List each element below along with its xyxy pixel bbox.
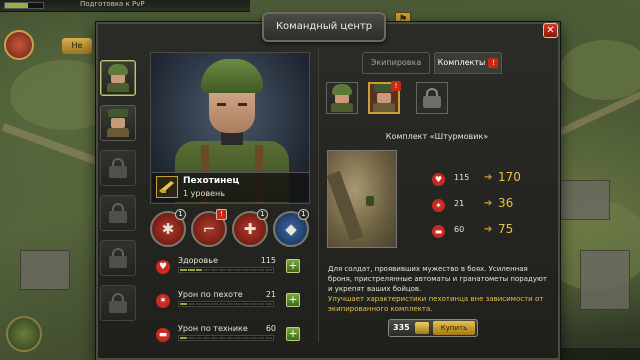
vehicle-damage-icon: ▬ (432, 225, 445, 238)
equipment-slot-2[interactable]: ✚ 1 (232, 209, 268, 247)
equipment-slot-3[interactable]: ◆ 1 (273, 209, 309, 247)
set-option-2[interactable] (416, 82, 448, 114)
hud-button[interactable]: Не (62, 38, 92, 54)
vehicle-damage-icon: ▬ (156, 328, 170, 342)
stat-row-1: ✶ Урон по пехоте 21 + (156, 290, 304, 312)
new-value: 36 (498, 196, 514, 210)
stat-label: Урон по пехоте (178, 290, 243, 299)
compare-row-1: ✶ 21 ➔ 36 (432, 196, 542, 216)
unit-slot-3[interactable] (100, 195, 136, 231)
heart-icon: ♥ (432, 173, 445, 186)
equipment-badge: 1 (257, 209, 268, 220)
new-value: 75 (498, 222, 514, 236)
xp-progress-bar (4, 2, 44, 9)
equipment-badge: ! (216, 209, 227, 220)
unit-level: 1 уровень (183, 189, 225, 198)
unit-slot-4[interactable] (100, 240, 136, 276)
equipment-slot-1[interactable]: ⌐! (191, 209, 227, 247)
stat-row-0: ♥ Здоровье 115 + (156, 256, 304, 278)
officer-icon (105, 109, 131, 137)
set-bonus-note: Улучшает характеристики пехотинца вне за… (328, 295, 544, 313)
upgrade-button[interactable]: + (286, 259, 300, 273)
unit-slot-2[interactable] (100, 150, 136, 186)
current-value: 115 (454, 173, 470, 182)
unit-name-plate: Пехотинец 1 уровень (152, 172, 309, 202)
tab-equipment[interactable]: Экипировка (362, 52, 430, 74)
hud-status-text: Подготовка к PvP (80, 0, 145, 8)
stat-value: 60 (265, 324, 276, 333)
buy-button[interactable]: 335 Купить (388, 319, 478, 337)
lock-icon (109, 248, 127, 268)
unit-slot-0[interactable] (100, 60, 136, 96)
current-value: 21 (454, 199, 465, 208)
soldier-icon (329, 84, 355, 112)
equipment-slot-0[interactable]: ✱ 1 (150, 209, 186, 247)
bottom-hud-strip (560, 348, 640, 360)
current-value: 60 (454, 225, 465, 234)
arrow-right-icon: ➔ (484, 198, 493, 209)
alert-icon: ! (391, 81, 401, 91)
stat-level-bar (178, 267, 274, 273)
set-description: Для солдат, проявивших мужество в боях. … (328, 265, 547, 293)
heart-icon: ♥ (156, 260, 170, 274)
lock-icon (109, 203, 127, 223)
sets-panel: Экипировка Комплекты! ! Комплект «Штурмо… (322, 46, 552, 342)
stat-value: 21 (265, 290, 276, 299)
set-preview-image (326, 150, 397, 248)
stat-level-bar (178, 335, 274, 341)
set-option-0[interactable] (326, 82, 358, 114)
new-value: 170 (498, 170, 521, 184)
upgrade-button[interactable]: + (286, 327, 300, 341)
alert-icon: ! (488, 58, 499, 68)
window-title: Командный центр (262, 12, 386, 42)
stat-row-2: ▬ Урон по технике 60 + (156, 324, 304, 346)
set-title: Комплект «Штурмовик» (385, 132, 489, 141)
equipment-badge: 1 (175, 209, 186, 220)
stat-value: 115 (260, 256, 276, 265)
lock-icon (423, 88, 441, 108)
compare-row-0: ♥ 115 ➔ 170 (432, 170, 542, 190)
stat-level-bar (178, 301, 274, 307)
compare-row-2: ▬ 60 ➔ 75 (432, 222, 542, 242)
rifle-rank-icon (156, 176, 178, 198)
tab-sets-label: Комплекты (437, 58, 486, 67)
unit-slot-1[interactable] (100, 105, 136, 141)
price-value: 335 (393, 323, 410, 332)
unit-slot-column (100, 60, 138, 330)
unit-slot-5[interactable] (100, 285, 136, 321)
upgrade-button[interactable]: + (286, 293, 300, 307)
lock-icon (109, 158, 127, 178)
infantry-damage-icon: ✶ (156, 294, 170, 308)
player-avatar[interactable] (4, 30, 34, 60)
soldier-icon (105, 64, 131, 92)
close-button[interactable]: ✕ (543, 23, 558, 38)
panel-divider (318, 46, 319, 342)
map-marker-icon[interactable] (6, 316, 42, 352)
top-status-bar: Подготовка к PvP (0, 0, 250, 12)
equipment-badge: 1 (298, 209, 309, 220)
unit-name: Пехотинец (183, 176, 240, 186)
arrow-right-icon: ➔ (484, 172, 493, 183)
gold-icon (415, 322, 429, 334)
infantry-damage-icon: ✶ (432, 199, 445, 212)
set-option-1[interactable]: ! (368, 81, 401, 114)
buy-label: Купить (433, 321, 475, 335)
equipment-row: ✱ 1 ⌐! ✚ 1 ◆ 1 (150, 209, 312, 249)
arrow-right-icon: ➔ (484, 224, 493, 235)
lock-icon (109, 293, 127, 313)
stat-label: Здоровье (178, 256, 218, 265)
stat-label: Урон по технике (178, 324, 248, 333)
tab-sets[interactable]: Комплекты! (434, 52, 502, 74)
